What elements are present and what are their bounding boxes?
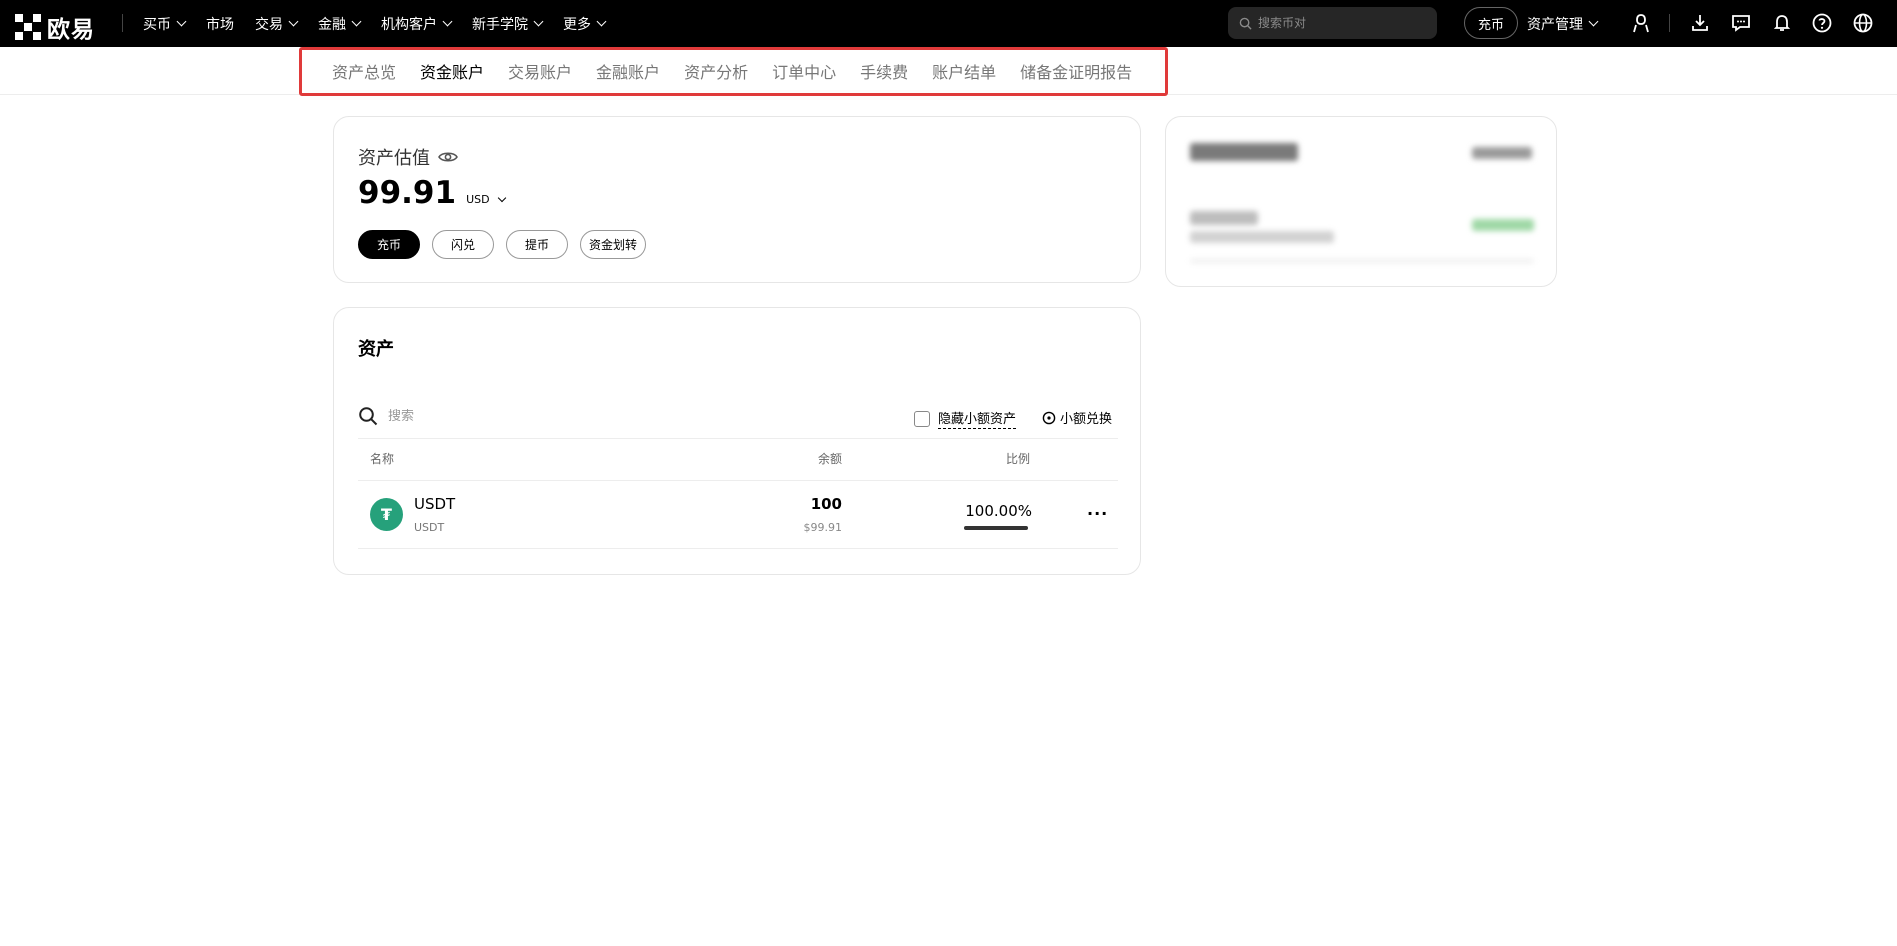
valuation-actions: 充币 闪兑 提币 资金划转 <box>358 230 646 259</box>
bell-icon[interactable] <box>1771 12 1793 34</box>
currency-selector[interactable]: USD <box>466 193 506 206</box>
nav-label: 更多 <box>563 16 591 33</box>
nav-buy-crypto[interactable]: 买币 <box>143 14 187 34</box>
transfer-action-button[interactable]: 资金划转 <box>580 230 646 259</box>
blurred-content <box>1190 231 1334 243</box>
nav-label: 新手学院 <box>472 16 528 33</box>
divider <box>358 480 1118 481</box>
pair-search[interactable] <box>1228 7 1437 39</box>
valuation-label: 资产估值 <box>358 148 430 169</box>
valuation-amount: 99.91 <box>358 175 457 211</box>
coin-ratio: 100.00% <box>965 502 1032 520</box>
asset-management-menu[interactable]: 资产管理 <box>1527 0 1599 47</box>
column-header-balance: 余额 <box>817 452 842 466</box>
nav-label: 市场 <box>206 16 234 33</box>
nav-label: 买币 <box>143 16 171 33</box>
ratio-progress-fill <box>964 526 1028 530</box>
search-icon <box>1239 17 1252 30</box>
blurred-content <box>1190 211 1258 225</box>
hide-small-assets-label: 隐藏小额资产 <box>938 408 1017 429</box>
coin-balance: 100 <box>810 495 842 513</box>
hide-small-assets-toggle[interactable]: 隐藏小额资产 <box>914 408 1017 429</box>
small-amount-convert-label: 小额兑换 <box>1060 412 1113 427</box>
nav-trade[interactable]: 交易 <box>255 14 299 34</box>
more-options-icon[interactable]: ··· <box>1087 504 1108 523</box>
usdt-coin-icon: ₮ <box>370 498 403 531</box>
chevron-down-icon <box>596 16 607 27</box>
deposit-action-button[interactable]: 充币 <box>358 230 420 259</box>
blurred-content <box>1190 143 1298 161</box>
column-header-name: 名称 <box>370 452 395 466</box>
assets-title: 资产 <box>358 339 394 360</box>
nav-academy[interactable]: 新手学院 <box>472 14 544 34</box>
convert-action-button[interactable]: 闪兑 <box>432 230 494 259</box>
blurred-content <box>1190 259 1534 263</box>
blurred-content <box>1472 219 1534 231</box>
highlight-annotation-box <box>299 47 1168 96</box>
nav-market[interactable]: 市场 <box>206 14 234 34</box>
main-nav: 买币 市场 交易 金融 机构客户 新手学院 更多 <box>143 0 626 47</box>
pair-search-input[interactable] <box>1258 16 1418 30</box>
coin-balance-usd: $99.91 <box>803 521 843 534</box>
withdraw-action-button[interactable]: 提币 <box>506 230 568 259</box>
divider <box>1669 14 1670 32</box>
asset-valuation-card: 资产估值 99.91 USD 充币 闪兑 提币 资金划转 <box>333 116 1141 283</box>
nav-label: 金融 <box>318 16 346 33</box>
nav-label: 交易 <box>255 16 283 33</box>
logo-text: 欧易 <box>47 17 95 43</box>
nav-label: 机构客户 <box>381 16 437 33</box>
asset-management-label: 资产管理 <box>1527 16 1583 33</box>
search-icon <box>359 407 378 426</box>
divider <box>122 14 123 32</box>
top-navigation-bar: 欧易 买币 市场 交易 金融 机构客户 新手学院 更多 充币 资产管理 <box>0 0 1897 47</box>
globe-icon[interactable] <box>1852 12 1874 34</box>
ratio-progress-bar <box>964 526 1028 530</box>
side-info-card <box>1165 116 1557 287</box>
chevron-down-icon <box>1588 16 1599 27</box>
small-amount-convert-button[interactable]: 小额兑换 <box>1042 408 1112 427</box>
chevron-down-icon <box>442 16 453 27</box>
user-icon[interactable] <box>1630 12 1652 34</box>
assets-card: 资产 隐藏小额资产 小额兑换 名称 余额 比例 ₮ USDT USDT 100 … <box>333 307 1141 575</box>
coin-symbol: USDT <box>414 495 456 513</box>
help-icon[interactable] <box>1811 12 1833 34</box>
message-icon[interactable] <box>1730 12 1752 34</box>
okx-logo-icon <box>15 14 41 40</box>
nav-finance[interactable]: 金融 <box>318 14 362 34</box>
logo[interactable]: 欧易 <box>15 10 95 44</box>
valuation-amount-row: 99.91 USD <box>358 175 506 211</box>
coin-name: USDT <box>414 521 445 534</box>
currency-label: USD <box>466 193 490 206</box>
valuation-label-row: 资产估值 <box>358 144 458 170</box>
chevron-down-icon <box>351 16 362 27</box>
nav-more[interactable]: 更多 <box>563 14 607 34</box>
nav-institutional[interactable]: 机构客户 <box>381 14 453 34</box>
asset-search-input[interactable] <box>388 408 588 424</box>
eye-icon[interactable] <box>438 150 458 164</box>
column-header-ratio: 比例 <box>1005 452 1030 466</box>
divider <box>358 548 1118 549</box>
convert-clock-icon <box>1042 411 1056 424</box>
asset-search[interactable] <box>358 406 588 426</box>
blurred-content <box>1472 147 1532 159</box>
chevron-down-icon <box>533 16 544 27</box>
chevron-down-icon <box>176 16 187 27</box>
chevron-down-icon <box>497 193 506 202</box>
deposit-button[interactable]: 充币 <box>1464 7 1518 39</box>
chevron-down-icon <box>288 16 299 27</box>
hide-small-assets-checkbox[interactable] <box>914 410 930 427</box>
download-icon[interactable] <box>1689 12 1711 34</box>
divider <box>358 438 1118 439</box>
